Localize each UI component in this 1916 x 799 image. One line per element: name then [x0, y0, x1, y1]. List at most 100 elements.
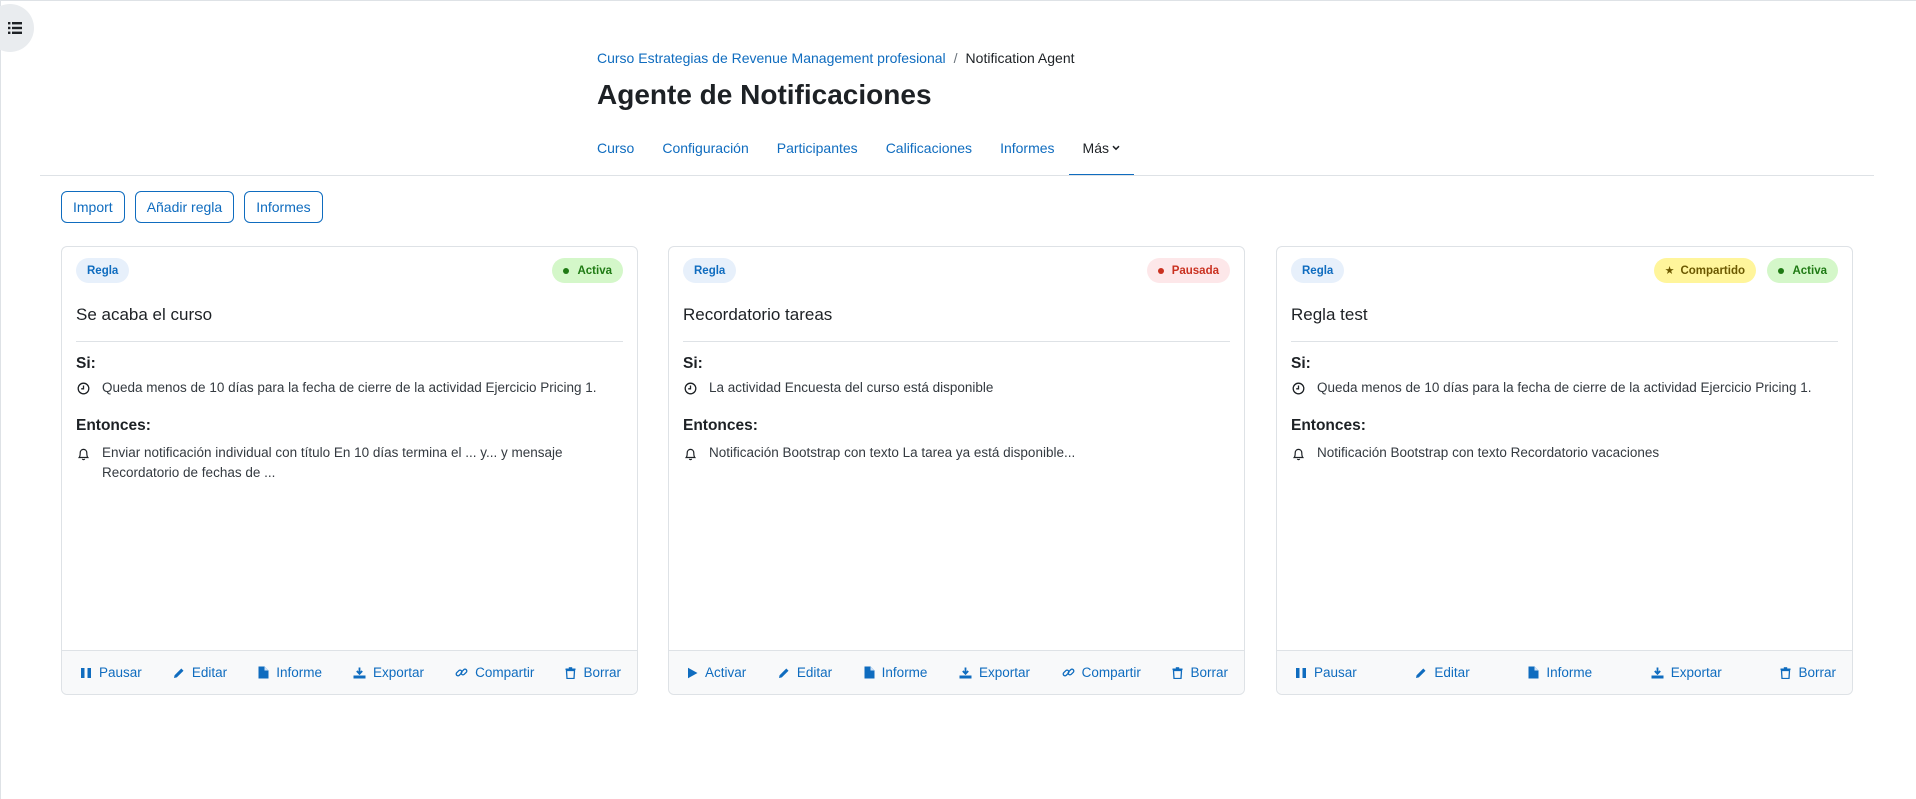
card-footer: Activar Editar Informe Exportar Comparti… — [669, 650, 1244, 694]
delete-button[interactable]: Borrar — [1780, 665, 1836, 680]
report-button[interactable]: Informe — [864, 665, 928, 680]
condition-text: Queda menos de 10 días para la fecha de … — [1317, 380, 1812, 395]
pencil-icon — [173, 668, 184, 678]
report-label: Informe — [881, 665, 928, 680]
bell-icon — [684, 448, 696, 461]
page-title: Agente de Notificaciones — [597, 79, 932, 110]
trash-icon — [565, 666, 576, 679]
delete-label: Borrar — [583, 665, 621, 680]
edit-button[interactable]: Editar — [173, 665, 227, 680]
secondary-navigation: Curso Configuración Participantes Califi… — [583, 134, 1134, 176]
rule-title: Regla test — [1291, 305, 1368, 324]
course-index-toggle[interactable] — [0, 4, 34, 52]
tab-grades[interactable]: Calificaciones — [872, 134, 986, 176]
tab-more[interactable]: Más — [1068, 134, 1134, 176]
tab-reports[interactable]: Informes — [986, 134, 1068, 176]
shared-badge: ★ Compartido — [1653, 258, 1756, 283]
edit-label: Editar — [191, 665, 228, 680]
delete-label: Borrar — [1190, 665, 1228, 680]
link-icon — [1062, 668, 1075, 677]
rule-title: Se acaba el curso — [76, 305, 213, 324]
condition-text: Queda menos de 10 días para la fecha de … — [102, 380, 597, 395]
then-label: Entonces: — [683, 417, 758, 434]
action-text-line1: Notificación Bootstrap con texto Recorda… — [1317, 445, 1660, 460]
share-button[interactable]: Compartir — [455, 665, 534, 680]
export-button[interactable]: Exportar — [353, 665, 424, 680]
download-icon — [1651, 667, 1664, 678]
shared-label: Compartido — [1680, 264, 1745, 277]
delete-label: Borrar — [1798, 665, 1836, 680]
link-icon — [455, 668, 468, 677]
file-icon — [1528, 666, 1539, 679]
edit-label: Editar — [796, 665, 833, 680]
star-icon: ★ — [1664, 265, 1675, 277]
export-button[interactable]: Exportar — [959, 665, 1030, 680]
activate-label: Activar — [705, 665, 747, 680]
status-label: Activa — [577, 264, 612, 277]
status-label: Activa — [1792, 264, 1827, 277]
status-dot-icon — [1157, 267, 1164, 274]
export-label: Exportar — [373, 665, 425, 680]
breadcrumb-current: Notification Agent — [965, 50, 1075, 66]
clock-icon — [77, 382, 89, 395]
report-button[interactable]: Informe — [258, 665, 322, 680]
card-divider — [76, 341, 623, 342]
breadcrumb-course-link[interactable]: Curso Estrategias de Revenue Management … — [597, 50, 946, 66]
share-button[interactable]: Compartir — [1062, 665, 1141, 680]
rule-card: Regla ★ Compartido Activa Regla test Si: … — [1276, 246, 1853, 695]
bell-icon — [77, 448, 89, 461]
tab-settings[interactable]: Configuración — [648, 134, 762, 176]
download-icon — [353, 667, 366, 678]
card-divider — [683, 341, 1230, 342]
report-button[interactable]: Informe — [1528, 665, 1592, 680]
status-badge-active: Activa — [552, 258, 623, 283]
rule-badge: Regla — [683, 258, 737, 283]
condition: La actividad Encuesta del curso está dis… — [683, 380, 993, 395]
file-icon — [864, 666, 875, 679]
then-label: Entonces: — [76, 417, 151, 434]
list-icon — [8, 22, 22, 34]
if-label: Si: — [76, 355, 96, 372]
status-dot-icon — [1778, 267, 1785, 274]
import-button[interactable]: Import — [61, 191, 125, 223]
edit-button[interactable]: Editar — [1415, 665, 1470, 680]
report-label: Informe — [276, 665, 322, 680]
status-badge-paused: Pausada — [1146, 258, 1230, 283]
pencil-icon — [778, 668, 789, 678]
breadcrumb: Curso Estrategias de Revenue Management … — [597, 50, 1075, 66]
delete-button[interactable]: Borrar — [1172, 665, 1228, 680]
card-footer: Pausar Editar Informe Exportar Compartir… — [62, 650, 637, 694]
card-divider — [1291, 341, 1838, 342]
tab-course[interactable]: Curso — [583, 134, 648, 176]
export-button[interactable]: Exportar — [1651, 665, 1722, 680]
rule-card: Regla Pausada Recordatorio tareas Si: La… — [668, 246, 1245, 695]
status-label: Pausada — [1171, 264, 1219, 277]
pause-button[interactable]: Pausar — [80, 665, 142, 680]
status-dot-icon — [563, 267, 570, 274]
trash-icon — [1780, 666, 1791, 679]
pause-label: Pausar — [99, 665, 142, 680]
tab-participants[interactable]: Participantes — [763, 134, 872, 176]
delete-button[interactable]: Borrar — [565, 665, 621, 680]
condition-text: La actividad Encuesta del curso está dis… — [709, 380, 994, 395]
reports-button[interactable]: Informes — [244, 191, 323, 223]
pause-icon — [81, 667, 91, 678]
action-text-line1: Notificación Bootstrap con texto La tare… — [709, 445, 1076, 460]
action: Notificación Bootstrap con texto Recorda… — [1291, 443, 1659, 463]
pause-icon — [1296, 667, 1306, 678]
clock-icon — [684, 382, 696, 395]
share-label: Compartir — [1081, 665, 1141, 680]
nav-divider — [40, 175, 1874, 176]
pause-button[interactable]: Pausar — [1295, 665, 1357, 680]
download-icon — [959, 667, 972, 678]
action-bar: Import Añadir regla Informes — [61, 191, 323, 223]
card-footer: Pausar Editar Informe Exportar Borrar — [1277, 650, 1852, 694]
edit-label: Editar — [1434, 665, 1470, 680]
edit-button[interactable]: Editar — [778, 665, 832, 680]
play-icon — [688, 667, 698, 678]
activate-button[interactable]: Activar — [687, 665, 746, 680]
clock-icon — [1292, 382, 1304, 395]
add-rule-button[interactable]: Añadir regla — [134, 191, 235, 223]
rule-card: Regla Activa Se acaba el curso Si: Queda… — [61, 246, 638, 695]
condition: Queda menos de 10 días para la fecha de … — [76, 380, 597, 395]
